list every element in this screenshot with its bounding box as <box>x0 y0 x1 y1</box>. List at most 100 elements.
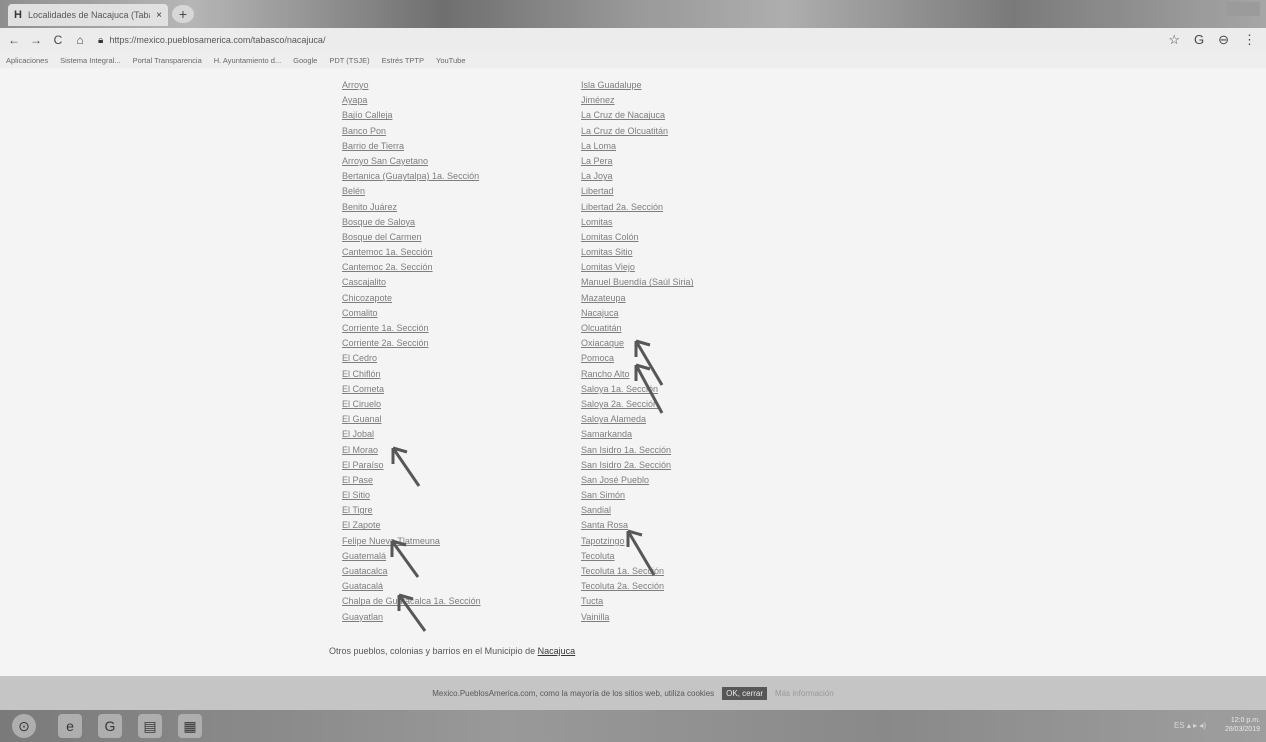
home-icon[interactable]: ⌂ <box>72 33 88 47</box>
locality-link[interactable]: San José Pueblo <box>581 473 694 488</box>
locality-link[interactable]: El Guanal <box>342 412 481 427</box>
bookmark-item[interactable]: PDT (TSJE) <box>329 56 369 65</box>
locality-link[interactable]: Arroyo San Cayetano <box>342 154 481 169</box>
browser-tab[interactable]: H Localidades de Nacajuca (Tabas × <box>8 4 168 26</box>
extension-icon[interactable]: G <box>1194 32 1204 48</box>
footnote: Otros pueblos, colonias y barrios en el … <box>329 646 575 656</box>
file-explorer-icon[interactable]: ▤ <box>138 714 162 738</box>
bookmark-item[interactable]: Portal Transparencia <box>133 56 202 65</box>
toolbar-right: ☆ G ⊖ ⋮ <box>1168 32 1256 48</box>
back-icon[interactable]: ← <box>6 33 22 47</box>
new-tab-button[interactable]: + <box>172 5 194 23</box>
locality-link[interactable]: San Isidro 1a. Sección <box>581 443 694 458</box>
locality-link[interactable]: El Sitio <box>342 488 481 503</box>
locality-link[interactable]: Lomitas Colón <box>581 230 694 245</box>
annotation-arrow-icon <box>626 529 656 576</box>
locality-link[interactable]: Tecoluta 2a. Sección <box>581 579 694 594</box>
locality-link[interactable]: Nacajuca <box>581 306 694 321</box>
locality-link[interactable]: Jiménez <box>581 93 694 108</box>
locality-link[interactable]: Cantemoc 1a. Sección <box>342 245 481 260</box>
profile-icon[interactable]: ⊖ <box>1218 32 1229 48</box>
lock-icon: 🔒︎ <box>98 34 104 46</box>
locality-link[interactable]: La Pera <box>581 154 694 169</box>
locality-link[interactable]: El Tigre <box>342 503 481 518</box>
cookie-more-link[interactable]: Más información <box>775 689 834 698</box>
locality-link[interactable]: Lomitas Sitio <box>581 245 694 260</box>
menu-icon[interactable]: ⋮ <box>1243 32 1256 48</box>
locality-link[interactable]: Isla Guadalupe <box>581 78 694 93</box>
locality-link[interactable]: Corriente 1a. Sección <box>342 321 481 336</box>
chrome-icon[interactable]: G <box>98 714 122 738</box>
locality-link[interactable]: Libertad <box>581 184 694 199</box>
locality-link[interactable]: Chicozapote <box>342 291 481 306</box>
locality-link[interactable]: Bosque de Saloya <box>342 215 481 230</box>
locality-link[interactable]: Manuel Buendía (Saúl Siria) <box>581 275 694 290</box>
locality-link[interactable]: El Ciruelo <box>342 397 481 412</box>
locality-link[interactable]: Cascajalito <box>342 275 481 290</box>
bookmarks-bar: Aplicaciones Sistema Integral... Portal Tr… <box>0 52 1266 68</box>
bookmark-item[interactable]: YouTube <box>436 56 465 65</box>
start-icon[interactable]: ⊙ <box>12 714 36 738</box>
locality-link[interactable]: Belén <box>342 184 481 199</box>
clock[interactable]: 12:0 p.m. 28/03/2019 <box>1225 716 1260 734</box>
clock-date: 28/03/2019 <box>1224 726 1260 733</box>
forward-icon[interactable]: → <box>28 33 44 47</box>
footnote-text: Otros pueblos, colonias y barrios en el … <box>329 646 536 656</box>
locality-link[interactable]: El Zapote <box>342 518 481 533</box>
locality-link[interactable]: San Simón <box>581 488 694 503</box>
annotation-arrow-icon <box>397 593 427 632</box>
locality-link[interactable]: Banco Pon <box>342 124 481 139</box>
system-tray[interactable]: ES ▴ ▸ ◂) <box>1174 721 1206 730</box>
locality-link[interactable]: El Cometa <box>342 382 481 397</box>
tab-title: Localidades de Nacajuca (Tabas <box>27 10 151 20</box>
cookie-ok-button[interactable]: OK, cerrar <box>722 686 768 700</box>
bookmark-star-icon[interactable]: ☆ <box>1168 32 1180 48</box>
site-favicon-icon: H <box>14 9 22 21</box>
cookie-text: Mexico.PueblosAmerica.com, como la mayor… <box>432 688 715 698</box>
cookie-banner: Mexico.PueblosAmerica.com, como la mayor… <box>0 676 1266 710</box>
bookmark-item[interactable]: H. Ayuntamiento d... <box>214 56 281 65</box>
locality-link[interactable]: Benito Juárez <box>342 200 481 215</box>
window-controls[interactable] <box>1226 2 1260 16</box>
locality-link[interactable]: Bajío Calleja <box>342 108 481 123</box>
locality-link[interactable]: La Cruz de Olcuatitán <box>581 124 694 139</box>
taskbar: ⊙ e G ▤ ▦ ES ▴ ▸ ◂) 12:0 p.m. 28/03/2019 <box>0 710 1266 742</box>
locality-link[interactable]: Ayapa <box>342 93 481 108</box>
locality-link[interactable]: Mazateupa <box>581 291 694 306</box>
locality-link[interactable]: Bertanica (Guaytalpa) 1a. Sección <box>342 169 481 184</box>
locality-link[interactable]: Barrio de Tierra <box>342 139 481 154</box>
ie-icon[interactable]: e <box>58 714 82 738</box>
bookmark-item[interactable]: Sistema Integral... <box>60 56 120 65</box>
locality-link[interactable]: Samarkanda <box>581 427 694 442</box>
locality-link[interactable]: La Cruz de Nacajuca <box>581 108 694 123</box>
locality-link[interactable]: La Joya <box>581 169 694 184</box>
address-bar: ← → C ⌂ 🔒︎ https://mexico.pueblosamerica… <box>0 28 1266 52</box>
locality-link[interactable]: Cantemoc 2a. Sección <box>342 260 481 275</box>
locality-link[interactable]: Sandial <box>581 503 694 518</box>
municipality-link[interactable]: Nacajuca <box>538 646 576 656</box>
locality-link[interactable]: Comalito <box>342 306 481 321</box>
locality-link[interactable]: La Loma <box>581 139 694 154</box>
locality-link[interactable]: Vainilla <box>581 610 694 625</box>
reload-icon[interactable]: C <box>50 33 66 47</box>
tab-close-icon[interactable]: × <box>156 10 162 21</box>
url-input[interactable]: 🔒︎ https://mexico.pueblosamerica.com/tab… <box>98 31 1168 49</box>
locality-link[interactable]: El Chiflón <box>342 367 481 382</box>
locality-link[interactable]: El Cedro <box>342 351 481 366</box>
locality-link[interactable]: Corriente 2a. Sección <box>342 336 481 351</box>
annotation-arrow-icon <box>390 539 420 578</box>
annotation-arrow-icon <box>391 446 421 487</box>
locality-link[interactable]: Bosque del Carmen <box>342 230 481 245</box>
url-text: https://mexico.pueblosamerica.com/tabasc… <box>109 35 326 45</box>
bookmark-item[interactable]: Aplicaciones <box>6 56 48 65</box>
word-icon[interactable]: ▦ <box>178 714 202 738</box>
locality-link[interactable]: Lomitas Viejo <box>581 260 694 275</box>
locality-link[interactable]: Tucta <box>581 594 694 609</box>
bookmark-item[interactable]: Google <box>293 56 317 65</box>
locality-link[interactable]: Arroyo <box>342 78 481 93</box>
locality-link[interactable]: San Isidro 2a. Sección <box>581 458 694 473</box>
locality-link[interactable]: Lomitas <box>581 215 694 230</box>
tab-strip: H Localidades de Nacajuca (Tabas × + <box>0 0 1266 28</box>
locality-link[interactable]: Libertad 2a. Sección <box>581 200 694 215</box>
bookmark-item[interactable]: Estrés TPTP <box>382 56 424 65</box>
